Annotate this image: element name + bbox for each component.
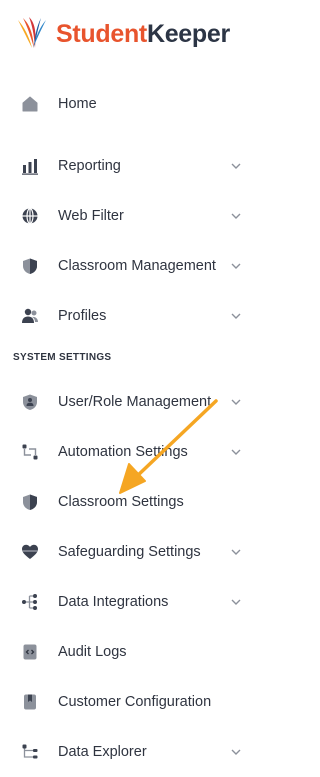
nav-label-profiles: Profiles <box>58 308 107 324</box>
nav-label-reporting: Reporting <box>58 158 121 174</box>
nav-item-user-role-management[interactable]: User/Role Management <box>0 382 265 422</box>
nav-item-classroom-management[interactable]: Classroom Management <box>0 246 265 286</box>
chevron-down-icon[interactable] <box>229 745 243 759</box>
app-title: StudentKeeper <box>56 19 230 48</box>
logo-wings-icon <box>18 17 46 48</box>
home-icon <box>20 94 40 114</box>
shield-icon <box>20 492 40 512</box>
nav-label-home: Home <box>58 96 97 112</box>
shield-icon <box>20 256 40 276</box>
section-heading-system-settings: SYSTEM SETTINGS <box>13 352 112 363</box>
heart-icon <box>20 542 40 562</box>
nav-label-audit-logs: Audit Logs <box>58 644 127 660</box>
tree-icon <box>20 742 40 762</box>
chevron-down-icon[interactable] <box>229 159 243 173</box>
user-badge-icon <box>20 392 40 412</box>
nav-label-customer-configuration: Customer Configuration <box>58 694 212 710</box>
nav-label-classroom-settings: Classroom Settings <box>58 494 184 510</box>
chevron-down-icon[interactable] <box>229 545 243 559</box>
bookmark-icon <box>20 692 40 712</box>
nav-item-home[interactable]: Home <box>0 84 265 124</box>
nav-item-web-filter[interactable]: Web Filter <box>0 196 265 236</box>
nav-item-customer-configuration[interactable]: Customer Configuration <box>0 682 265 722</box>
nav-label-safeguarding-settings: Safeguarding Settings <box>58 544 201 560</box>
code-file-icon <box>20 642 40 662</box>
users-icon <box>20 306 40 326</box>
nav-item-data-explorer[interactable]: Data Explorer <box>0 732 265 772</box>
chevron-down-icon[interactable] <box>229 309 243 323</box>
nav-item-data-integrations[interactable]: Data Integrations <box>0 582 265 622</box>
nav-item-profiles[interactable]: Profiles <box>0 296 265 336</box>
chevron-down-icon[interactable] <box>229 395 243 409</box>
chevron-down-icon[interactable] <box>229 209 243 223</box>
nav-label-web-filter: Web Filter <box>58 208 124 224</box>
app-logo[interactable]: StudentKeeper <box>12 12 230 56</box>
nav-item-automation-settings[interactable]: Automation Settings <box>0 432 265 472</box>
chevron-down-icon[interactable] <box>229 259 243 273</box>
nav-item-audit-logs[interactable]: Audit Logs <box>0 632 265 672</box>
nav-label-classroom-management: Classroom Management <box>58 258 216 274</box>
bar-chart-icon <box>20 156 40 176</box>
nav-label-data-explorer: Data Explorer <box>58 744 147 760</box>
chevron-down-icon[interactable] <box>229 595 243 609</box>
hierarchy-icon <box>20 592 40 612</box>
nav-item-reporting[interactable]: Reporting <box>0 146 265 186</box>
nav-item-safeguarding-settings[interactable]: Safeguarding Settings <box>0 532 265 572</box>
nav-label-user-role-management: User/Role Management <box>58 394 212 410</box>
nav-item-classroom-settings[interactable]: Classroom Settings <box>0 482 265 522</box>
globe-icon <box>20 206 40 226</box>
workflow-icon <box>20 442 40 462</box>
chevron-down-icon[interactable] <box>229 445 243 459</box>
nav-label-automation-settings: Automation Settings <box>58 444 188 460</box>
nav-label-data-integrations: Data Integrations <box>58 594 169 610</box>
